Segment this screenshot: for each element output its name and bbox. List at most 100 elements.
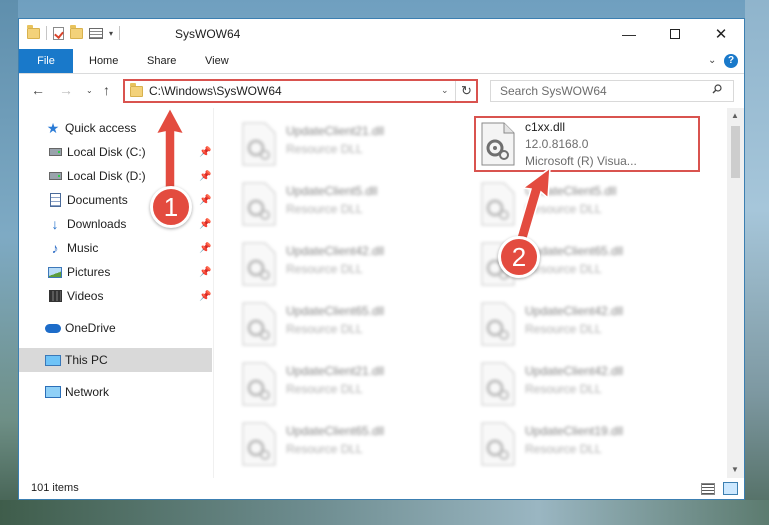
search-placeholder: Search SysWOW64	[500, 84, 607, 98]
sidebar-item-label: Local Disk (D:)	[67, 169, 146, 183]
back-button[interactable]: ←	[31, 82, 45, 98]
toolbar-divider	[46, 26, 47, 40]
navigation-bar: ← → ⌄ ↑ C:\Windows\SysWOW64 ⌄ ↻ Search S…	[19, 74, 744, 108]
vertical-scrollbar[interactable]: ▲ ▼	[727, 108, 744, 478]
file-name: UpdateClient21.dll	[286, 364, 385, 378]
sidebar-item-label: OneDrive	[65, 321, 116, 335]
list-item[interactable]: UpdateClient21.dll Resource DLL	[237, 356, 467, 414]
sidebar-item-onedrive[interactable]: OneDrive	[19, 316, 212, 340]
file-name: UpdateClient19.dll	[525, 424, 624, 438]
pin-icon[interactable]: 📌	[199, 267, 211, 278]
properties-check-icon[interactable]	[53, 26, 64, 40]
step-1-badge: 1	[150, 186, 192, 228]
window-title: SysWOW64	[175, 27, 241, 41]
address-dropdown-icon[interactable]: ⌄	[441, 85, 449, 96]
music-icon: ♪	[51, 240, 59, 256]
drive-icon	[47, 144, 63, 160]
file-type: Resource DLL	[525, 322, 602, 336]
file-type: Resource DLL	[286, 142, 363, 156]
forward-button[interactable]: →	[59, 82, 73, 98]
file-name: UpdateClient65.dll	[286, 424, 385, 438]
file-name: UpdateClient65.dll	[286, 304, 385, 318]
refresh-button[interactable]: ↻	[455, 81, 477, 101]
list-item[interactable]: UpdateClient65.dll Resource DLL	[237, 416, 467, 474]
pin-icon[interactable]: 📌	[199, 219, 211, 230]
sidebar-item-music[interactable]: ♪ Music 📌	[19, 236, 212, 260]
customize-toolbar-icon[interactable]	[89, 27, 103, 39]
tab-file[interactable]: File	[19, 49, 73, 73]
pictures-icon	[47, 264, 63, 280]
dll-file-icon	[481, 422, 515, 466]
sidebar-item-network[interactable]: Network	[19, 380, 212, 404]
address-path[interactable]: C:\Windows\SysWOW64	[149, 84, 282, 98]
chevron-down-icon[interactable]: ▾	[109, 29, 113, 38]
up-button[interactable]: ↑	[103, 82, 110, 98]
pin-icon[interactable]: 📌	[199, 243, 211, 254]
file-list: UpdateClient21.dll Resource DLL UpdateCl…	[215, 108, 725, 478]
drive-icon	[47, 168, 63, 184]
folder-icon	[130, 83, 143, 97]
expand-ribbon-icon[interactable]: ⌄	[708, 55, 716, 66]
sidebar-item-this-pc[interactable]: This PC	[19, 348, 212, 372]
file-name: UpdateClient42.dll	[286, 244, 385, 258]
file-type: Resource DLL	[525, 442, 602, 456]
documents-icon	[47, 192, 63, 208]
scroll-down-icon[interactable]: ▼	[731, 465, 739, 474]
close-button[interactable]: ✕	[698, 19, 744, 49]
pin-icon[interactable]: 📌	[199, 171, 211, 182]
item-count: 101 items	[31, 482, 79, 494]
list-item[interactable]: UpdateClient19.dll Resource DLL	[476, 416, 706, 474]
scroll-up-icon[interactable]: ▲	[731, 111, 739, 120]
file-type: Resource DLL	[286, 262, 363, 276]
tab-home[interactable]: Home	[89, 49, 118, 73]
tab-view[interactable]: View	[205, 49, 229, 73]
recent-locations-button[interactable]: ⌄	[86, 86, 93, 95]
list-item[interactable]: UpdateClient21.dll Resource DLL	[237, 116, 467, 174]
folder-icon[interactable]	[27, 24, 40, 39]
ribbon-tabs: File Home Share View ⌄ ?	[19, 49, 744, 74]
sidebar-item-videos[interactable]: Videos 📌	[19, 284, 212, 308]
sidebar-item-label: Documents	[67, 193, 128, 207]
dll-file-icon	[481, 362, 515, 406]
address-bar[interactable]: C:\Windows\SysWOW64 ⌄ ↻	[123, 79, 478, 103]
help-icon[interactable]: ?	[724, 54, 738, 68]
status-bar: 101 items	[19, 478, 744, 499]
dll-file-icon	[242, 182, 276, 226]
file-name: UpdateClient42.dll	[525, 304, 624, 318]
toolbar-divider	[119, 26, 121, 40]
maximize-button[interactable]	[652, 19, 698, 49]
minimize-button[interactable]: —	[606, 19, 652, 49]
list-item[interactable]: UpdateClient65.dll Resource DLL	[237, 296, 467, 354]
download-icon: ↓	[51, 216, 59, 232]
sidebar-item-label: Music	[67, 241, 99, 255]
scrollbar-thumb[interactable]	[731, 126, 740, 178]
dll-file-icon	[242, 302, 276, 346]
list-item[interactable]: UpdateClient5.dll Resource DLL	[237, 176, 467, 234]
search-input[interactable]: Search SysWOW64	[490, 80, 734, 102]
videos-icon	[47, 288, 63, 304]
sidebar-item-label: Local Disk (C:)	[67, 145, 146, 159]
new-folder-icon[interactable]	[70, 24, 83, 39]
pin-icon[interactable]: 📌	[199, 195, 211, 206]
pin-icon[interactable]: 📌	[199, 147, 211, 158]
list-item[interactable]: UpdateClient42.dll Resource DLL	[476, 356, 706, 414]
dll-file-icon	[242, 242, 276, 286]
file-type: Resource DLL	[286, 382, 363, 396]
sidebar-item-label: This PC	[65, 353, 108, 367]
sidebar-item-pictures[interactable]: Pictures 📌	[19, 260, 212, 284]
star-icon: ★	[46, 119, 60, 136]
search-icon[interactable]	[712, 84, 722, 94]
file-type: Resource DLL	[286, 442, 363, 456]
maximize-icon	[670, 29, 680, 39]
pane-divider[interactable]	[213, 108, 214, 478]
details-view-icon[interactable]	[701, 483, 715, 495]
list-item[interactable]: UpdateClient42.dll Resource DLL	[476, 296, 706, 354]
file-type: Resource DLL	[525, 382, 602, 396]
dll-file-icon	[242, 422, 276, 466]
file-explorer-window: ▾ SysWOW64 — ✕ File Home Share View ⌄ ? …	[18, 18, 745, 500]
list-item[interactable]: UpdateClient42.dll Resource DLL	[237, 236, 467, 294]
large-icons-view-icon[interactable]	[723, 482, 738, 495]
dll-file-icon	[481, 302, 515, 346]
tab-share[interactable]: Share	[147, 49, 176, 73]
pin-icon[interactable]: 📌	[199, 291, 211, 302]
